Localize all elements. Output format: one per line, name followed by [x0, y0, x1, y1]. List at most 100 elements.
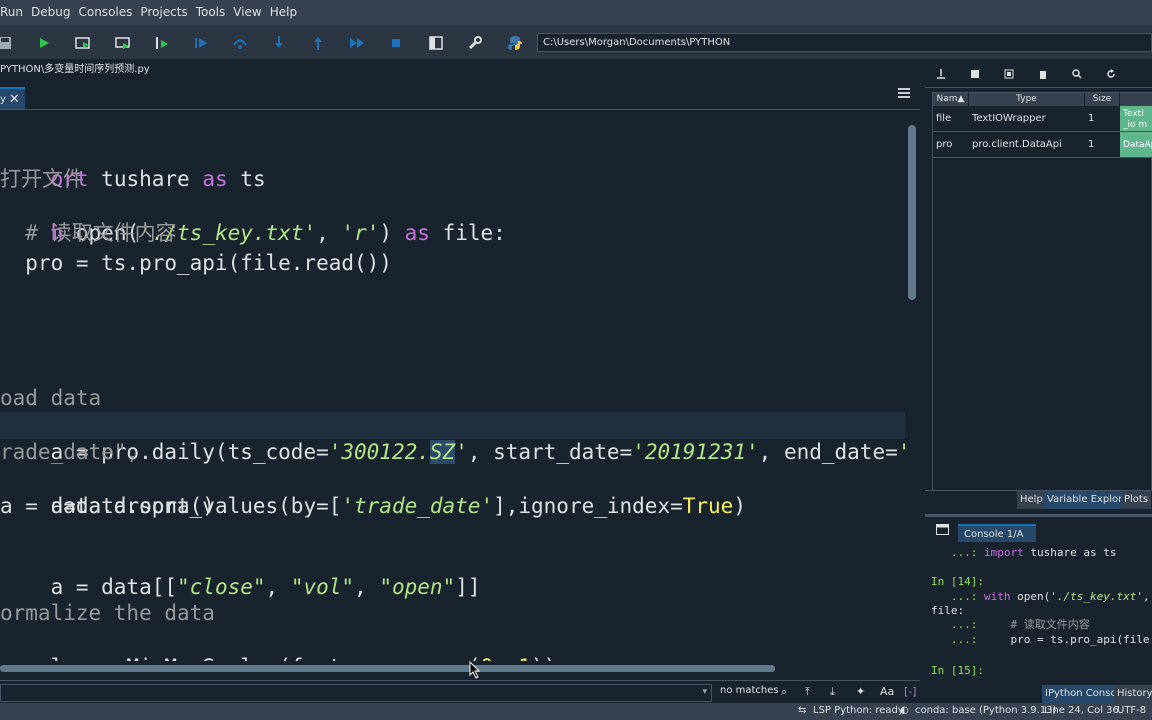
- scrollbar-thumb[interactable]: [908, 125, 916, 300]
- code-line-4: # 读取文件内容: [0, 221, 177, 245]
- find-search-icon[interactable]: ⌕: [781, 685, 787, 699]
- editor-tab-label: y: [0, 93, 6, 105]
- run-cell-icon[interactable]: [72, 32, 94, 54]
- lsp-icon: ⇆: [798, 705, 807, 716]
- console-line: ...: # 读取文件内容: [931, 618, 1090, 631]
- conda-icon: ◐: [900, 705, 909, 716]
- var-size: 1: [1088, 113, 1095, 124]
- cursor-position: Line 24, Col 36: [1044, 705, 1119, 716]
- find-previous-icon[interactable]: ⤒: [805, 685, 810, 699]
- code-line-11: a = data[["close", "vol", "open"]]: [50, 575, 481, 599]
- import-data-icon[interactable]: [936, 69, 946, 79]
- step-over-icon[interactable]: [229, 32, 251, 54]
- console-bottom-tabs: IPython Console History: [925, 685, 1152, 703]
- menu-consoles[interactable]: Consoles: [74, 0, 136, 25]
- step-into-icon[interactable]: [268, 32, 290, 54]
- editor-file-path: PYTHON\多变量时间序列预测.py: [0, 60, 920, 80]
- console-tab[interactable]: Console 1/A ✕: [958, 524, 1036, 558]
- python-path-icon[interactable]: [504, 32, 526, 54]
- console-line: ...: import tushare as ts: [931, 546, 1117, 559]
- continue-icon[interactable]: [346, 32, 368, 54]
- run-icon[interactable]: [33, 32, 55, 54]
- debug-icon[interactable]: [190, 32, 212, 54]
- highlight-icon[interactable]: ✦: [856, 685, 865, 698]
- find-next-icon[interactable]: ⤓: [830, 685, 835, 699]
- column-header-value[interactable]: [1120, 93, 1152, 106]
- encoding: UTF-8: [1117, 705, 1147, 716]
- code-line-10: a = data.dropna(): [0, 494, 215, 518]
- code-line-6: oad data: [0, 386, 102, 410]
- menu-debug[interactable]: Debug: [27, 0, 74, 25]
- ipython-console[interactable]: ...: import tushare as ts In [14]: ...: …: [925, 542, 1152, 683]
- console-line: ...: pro = ts.pro_api(file: [931, 633, 1150, 646]
- editor-tab-bar: y ✕: [0, 82, 920, 110]
- save-icon[interactable]: [0, 32, 16, 54]
- table-row[interactable]: file TextIOWrapper 1 TextI _io m: [933, 106, 1152, 132]
- console-line: file:: [931, 604, 965, 617]
- var-name: file: [936, 113, 952, 124]
- save-data-icon[interactable]: [970, 69, 980, 79]
- run-selection-icon[interactable]: [151, 32, 173, 54]
- stop-icon[interactable]: [385, 32, 407, 54]
- menu-bar: Run Debug Consoles Projects Tools View H…: [0, 0, 1152, 25]
- right-pane-tabs: Help Variable Explorer Plots: [925, 490, 1152, 509]
- code-line-2: 打开文件: [0, 167, 84, 191]
- save-as-icon[interactable]: [1004, 69, 1014, 79]
- menu-tools[interactable]: Tools: [192, 0, 230, 25]
- menu-view[interactable]: View: [229, 0, 265, 25]
- tab-history[interactable]: History: [1114, 685, 1152, 703]
- step-return-icon[interactable]: [307, 32, 329, 54]
- code-line-12: ormalize the data: [0, 601, 215, 625]
- console-line: ...: with open('./ts_key.txt',: [931, 590, 1150, 603]
- variable-explorer-table: Nam▲ Type Size file TextIOWrapper 1 Text…: [932, 92, 1152, 492]
- table-row[interactable]: pro pro.client.DataApi 1 DataAp: [933, 132, 1152, 158]
- menu-help[interactable]: Help: [266, 0, 301, 25]
- console-line: In [14]:: [931, 575, 984, 588]
- code-line-9: a=data.sort_values(by=['trade_date'],ign…: [50, 494, 746, 518]
- delete-icon[interactable]: [1038, 69, 1048, 79]
- close-tab-icon[interactable]: ✕: [9, 93, 20, 106]
- case-sensitive-toggle[interactable]: Aa: [880, 685, 894, 698]
- column-header-size[interactable]: Size: [1085, 93, 1120, 106]
- table-header: Nam▲ Type Size: [933, 93, 1152, 106]
- lsp-status: LSP Python: ready: [813, 705, 904, 716]
- conda-status: conda: base (Python 3.9.13): [915, 705, 1057, 716]
- regex-toggle-icon[interactable]: [-]: [904, 685, 917, 698]
- console-options-icon[interactable]: [936, 524, 949, 535]
- column-header-name[interactable]: Nam▲: [933, 93, 969, 106]
- run-cell-advance-icon[interactable]: [112, 32, 134, 54]
- editor-tab[interactable]: y ✕: [0, 87, 25, 109]
- column-header-type[interactable]: Type: [969, 93, 1085, 106]
- editor-horizontal-scrollbar[interactable]: [0, 661, 905, 675]
- refresh-icon[interactable]: [1106, 69, 1116, 79]
- search-icon[interactable]: [1072, 69, 1082, 79]
- menu-run[interactable]: Run: [0, 0, 27, 25]
- find-bar: ▾ no matches ⌕ ⤒ ⤓ ✦ Aa [-]: [0, 680, 920, 704]
- console-tab-bar: Console 1/A ✕: [925, 514, 1152, 558]
- var-type: pro.client.DataApi: [972, 139, 1062, 150]
- code-line-13: ler = MinMaxScaler(feature_range=(0, 1)): [0, 627, 557, 661]
- tab-help[interactable]: Help: [1017, 491, 1046, 509]
- var-type: TextIOWrapper: [972, 113, 1046, 124]
- console-tab-label: Console 1/A: [964, 529, 1024, 540]
- code-line-1: ort tushare as ts: [50, 167, 266, 191]
- working-directory-input[interactable]: C:\Users\Morgan\Documents\PYTHON: [537, 33, 1152, 52]
- find-input[interactable]: ▾: [0, 684, 712, 702]
- code-line-7: a = pro.daily(ts_code='300122.SZ', start…: [0, 412, 905, 464]
- scrollbar-thumb[interactable]: [0, 665, 775, 672]
- code-line-3: h open('./ts_key.txt', 'r') as file:: [50, 221, 506, 245]
- var-size: 1: [1088, 139, 1095, 150]
- status-bar: ⇆ LSP Python: ready ◐ conda: base (Pytho…: [0, 703, 1152, 720]
- menu-projects[interactable]: Projects: [136, 0, 191, 25]
- var-name: pro: [936, 139, 953, 150]
- options-menu-icon[interactable]: [898, 88, 910, 98]
- code-line-5: pro = ts.pro_api(file.read()): [0, 251, 392, 275]
- editor-vertical-scrollbar[interactable]: [905, 111, 920, 661]
- code-line-8: rade_date",: [0, 440, 140, 464]
- code-editor[interactable]: ort tushare as ts 打开文件 h open('./ts_key.…: [0, 111, 905, 661]
- var-value: DataAp: [1120, 132, 1152, 157]
- tab-plots[interactable]: Plots: [1121, 491, 1152, 509]
- chevron-down-icon[interactable]: ▾: [702, 687, 707, 697]
- wrench-icon[interactable]: [464, 32, 486, 54]
- maximize-pane-icon[interactable]: [425, 32, 447, 54]
